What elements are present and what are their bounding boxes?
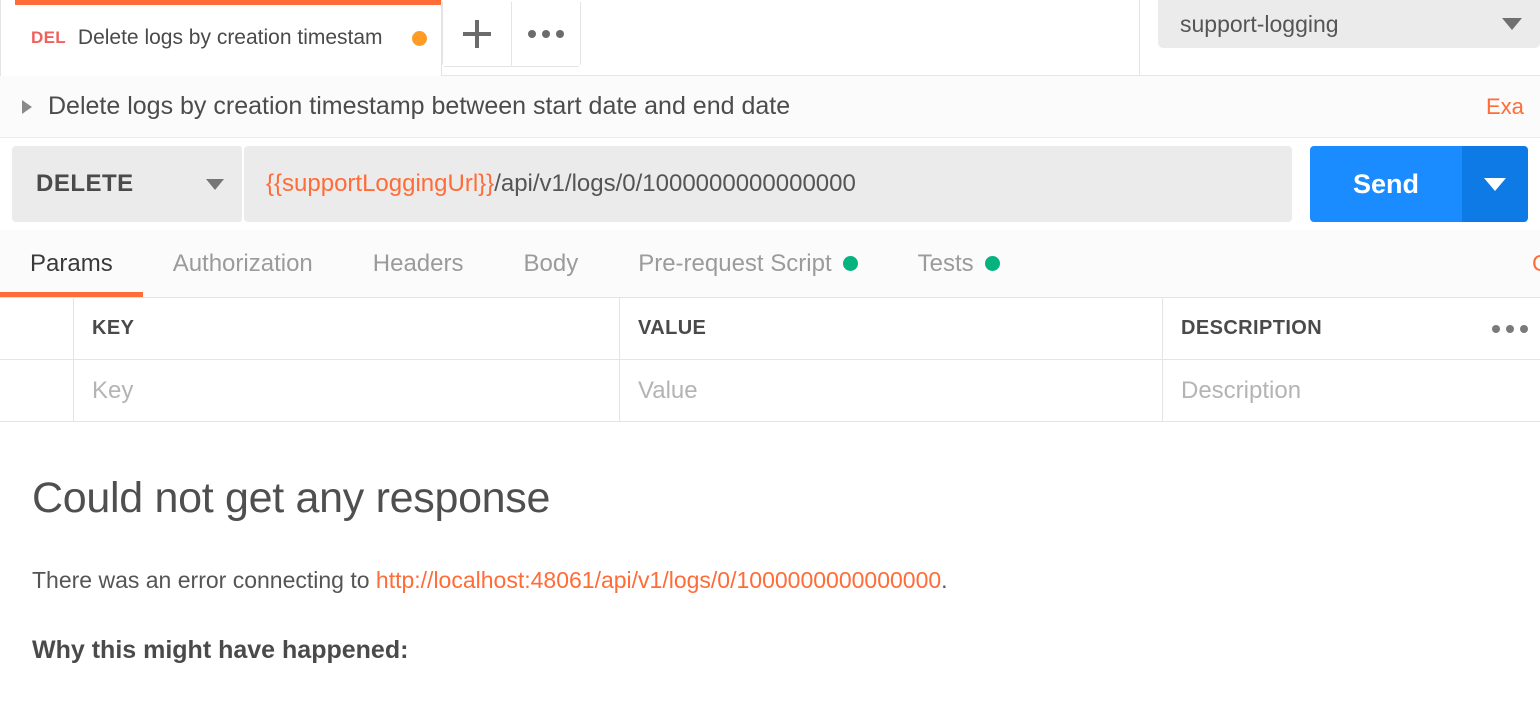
ellipsis-icon (1492, 324, 1528, 333)
tab-authorization-label: Authorization (172, 249, 313, 277)
table-row: Key Value Description (0, 360, 1540, 422)
tab-method-badge: DEL (31, 28, 66, 47)
response-error-panel: Could not get any response There was an … (0, 422, 1540, 665)
column-header-key-label: KEY (92, 317, 135, 339)
error-why-heading: Why this might have happened: (32, 636, 409, 664)
column-header-description-label: DESCRIPTION (1181, 317, 1323, 339)
send-group: Send (1310, 146, 1528, 222)
url-bar: DELETE {{supportLoggingUrl}}/api/v1/logs… (0, 138, 1540, 230)
param-description-input[interactable]: Description (1163, 360, 1540, 421)
tab-body[interactable]: Body (494, 230, 609, 297)
examples-link[interactable]: Examples (1486, 94, 1524, 120)
new-tab-button[interactable] (443, 2, 511, 66)
tab-strip-filler (581, 0, 1140, 75)
column-header-key: KEY (74, 298, 620, 359)
param-key-input[interactable]: Key (74, 360, 620, 421)
ellipsis-icon (528, 30, 564, 38)
plus-icon (463, 20, 491, 48)
tab-tests[interactable]: Tests (888, 230, 1030, 297)
request-title-bar: Delete logs by creation timestamp betwee… (0, 76, 1540, 138)
page-title: Delete logs by creation timestamp betwee… (48, 92, 791, 120)
params-table: KEY VALUE DESCRIPTION Key Value Descript… (0, 297, 1540, 422)
unsaved-changes-dot-icon (412, 30, 427, 46)
column-header-value: VALUE (620, 298, 1163, 359)
open-tabs-area: DEL Delete logs by creation timestam (0, 0, 581, 76)
error-heading: Could not get any response (32, 474, 551, 522)
tab-headers[interactable]: Headers (343, 230, 494, 297)
tab-actions-group (442, 2, 581, 67)
param-description-placeholder: Description (1181, 376, 1302, 404)
status-dot-icon (842, 256, 858, 271)
send-options-button[interactable] (1462, 146, 1528, 222)
http-method-select[interactable]: DELETE (12, 146, 244, 222)
param-value-input[interactable]: Value (620, 360, 1163, 421)
tab-pre-request-script[interactable]: Pre-request Script (608, 230, 887, 297)
tab-tests-label: Tests (917, 249, 974, 277)
param-key-placeholder: Key (92, 376, 134, 404)
chevron-down-icon (1502, 18, 1522, 30)
tab-params-label: Params (30, 249, 113, 277)
chevron-down-icon (206, 178, 224, 190)
request-tab-delete-logs[interactable]: DEL Delete logs by creation timestam (0, 0, 442, 76)
request-tabs: Params Authorization Headers Body Pre-re… (0, 230, 1540, 297)
environment-selector[interactable]: support-logging (1158, 0, 1540, 48)
error-message: There was an error connecting to http://… (32, 567, 1510, 594)
send-button[interactable]: Send (1310, 146, 1462, 222)
environment-name: support-logging (1180, 10, 1339, 37)
table-header-row: KEY VALUE DESCRIPTION (0, 298, 1540, 360)
tab-params[interactable]: Params (0, 230, 143, 297)
row-checkbox[interactable] (0, 360, 74, 421)
http-method-label: DELETE (36, 170, 134, 197)
tab-pre-request-script-label: Pre-request Script (638, 249, 832, 277)
cookies-link[interactable]: Cookies (1532, 250, 1540, 277)
bulk-edit-button[interactable] (1480, 298, 1540, 359)
status-dot-icon (984, 256, 1000, 271)
param-value-placeholder: Value (638, 376, 698, 404)
url-path: /api/v1/logs/0/1000000000000000 (494, 170, 856, 197)
column-header-value-label: VALUE (638, 317, 707, 339)
tab-title: Delete logs by creation timestam (77, 26, 383, 49)
environment-zone: support-logging (1140, 0, 1540, 75)
triangle-right-icon[interactable] (22, 99, 32, 114)
url-input[interactable]: {{supportLoggingUrl}}/api/v1/logs/0/1000… (244, 146, 1292, 222)
chevron-down-icon (1484, 177, 1506, 191)
request-tabs-right-links: Cookies (1532, 230, 1540, 297)
url-variable: {{supportLoggingUrl}} (266, 170, 495, 197)
column-header-description: DESCRIPTION (1163, 298, 1480, 359)
error-message-prefix: There was an error connecting to (32, 567, 376, 593)
select-all-cell (0, 298, 74, 359)
tab-authorization[interactable]: Authorization (143, 230, 343, 297)
tab-options-button[interactable] (511, 2, 580, 66)
tab-strip: DEL Delete logs by creation timestam sup… (0, 0, 1540, 76)
error-message-suffix: . (941, 567, 948, 593)
tab-headers-label: Headers (372, 249, 464, 277)
tab-body-label: Body (523, 249, 579, 277)
error-url-link[interactable]: http://localhost:48061/api/v1/logs/0/100… (376, 567, 941, 593)
